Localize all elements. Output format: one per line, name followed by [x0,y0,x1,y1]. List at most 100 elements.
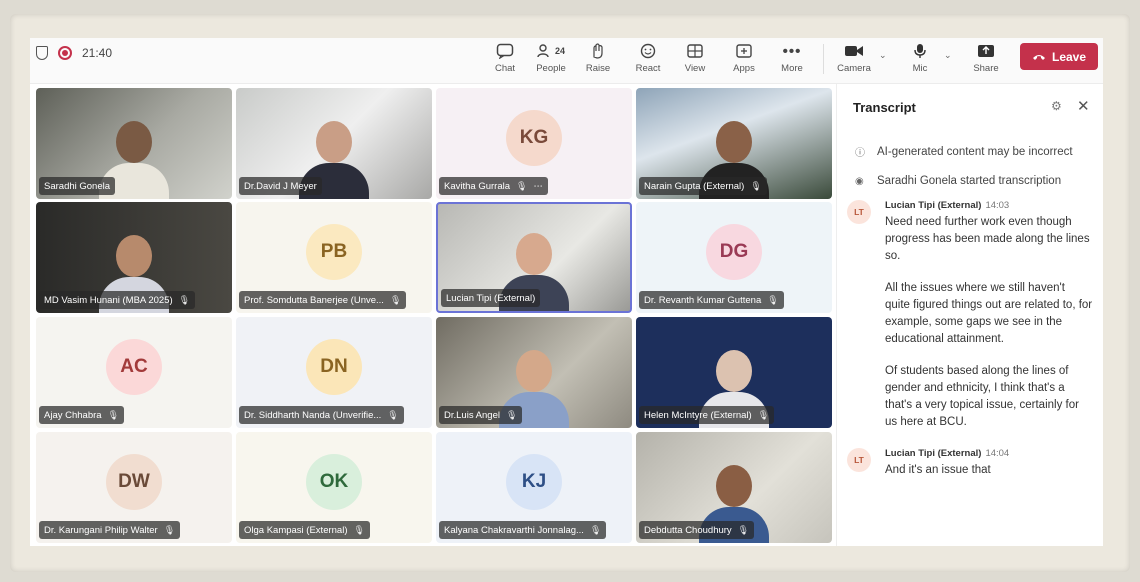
record-dot-icon: ◉ [855,175,864,187]
more-icon: ••• [782,42,802,60]
close-icon[interactable]: ✕ [1077,97,1090,115]
avatar-tile-siddharth-nanda[interactable]: DN Dr. Siddharth Nanda (Unverifie... 🎙 [236,317,432,428]
video-tile-narain-gupta[interactable]: Narain Gupta (External) 🎙 [636,88,832,199]
chat-icon [496,40,514,62]
mic-muted-icon: 🎙 [389,294,402,305]
camera-button[interactable]: Camera [830,40,878,80]
participant-name-tag: Narain Gupta (External) 🎙 [639,177,767,195]
participant-name-tag: Dr. Revanth Kumar Guttena 🎙 [639,291,784,309]
mic-muted-icon: 🎙 [505,409,518,420]
participant-avatar: KJ [506,453,562,510]
view-icon [687,40,703,62]
react-icon [640,40,656,62]
participant-name-tag: Dr.Luis Angel 🎙 [439,406,523,424]
transcript-title: Transcript [853,100,916,115]
share-icon [977,40,995,62]
mic-muted-icon: 🎙 [516,180,528,191]
raise-hand-button[interactable]: Raise [574,40,622,80]
speaker-avatar: LT [847,200,871,224]
participant-name-tag: Prof. Somdutta Banerjee (Unve... 🎙 [239,291,407,309]
participant-name-tag: Debdutta Choudhury 🎙 [639,521,755,539]
participant-grid: Saradhi Gonela Dr.David J Meyer KG Kavit… [36,88,836,544]
mic-muted-icon: 🎙 [178,294,191,305]
participant-name-tag: Helen McIntyre (External) 🎙 [639,406,775,424]
mic-muted-icon: 🎙 [737,524,750,535]
camera-options-chevron-icon[interactable]: ⌄ [879,50,887,61]
participant-name-tag: Dr. Siddharth Nanda (Unverifie... 🎙 [239,406,404,424]
meeting-timer: 21:40 [82,46,113,60]
participant-name-tag: Lucian Tipi (External) [441,289,541,307]
mic-muted-icon: 🎙 [757,409,770,420]
settings-gear-icon[interactable]: ⚙ [1051,99,1062,113]
participant-name-tag: Dr.David J Meyer [239,177,322,195]
camera-icon [844,40,864,62]
speaker-avatar: LT [847,448,871,472]
transcript-paragraph: And it's an issue that [885,464,991,476]
speaker-header: Lucian Tipi (External) 14:04 [885,448,1010,459]
avatar-tile-karungani-walter[interactable]: DW Dr. Karungani Philip Walter 🎙 [36,432,232,543]
mic-options-chevron-icon[interactable]: ⌄ [944,50,952,61]
mic-muted-icon: 🎙 [353,524,365,535]
leave-button[interactable]: Leave [1020,43,1098,70]
participant-name-tag: Ajay Chhabra 🎙 [39,406,124,424]
avatar-tile-olga-kampasi[interactable]: OK Olga Kampasi (External) 🎙 [236,432,432,543]
apps-button[interactable]: Apps [720,40,768,80]
participant-name-tag: Olga Kampasi (External) 🎙 [239,521,370,539]
mic-muted-icon: 🎙 [387,409,399,420]
mic-muted-icon: 🎙 [767,294,779,305]
mic-button[interactable]: Mic [896,40,944,80]
shield-icon [36,46,48,60]
video-tile-saradhi-gonela[interactable]: Saradhi Gonela [36,88,232,199]
video-tile-debdutta-choudhury[interactable]: Debdutta Choudhury 🎙 [636,432,832,543]
avatar-tile-kalyana-jonnalag[interactable]: KJ Kalyana Chakravarthi Jonnalag... 🎙 [436,432,632,543]
recording-icon [58,46,72,60]
participant-avatar: OK [306,453,362,510]
participant-avatar: DG [706,223,762,280]
more-options-icon[interactable]: ⋯ [533,181,543,192]
share-button[interactable]: Share [962,40,1010,80]
participant-avatar: AC [106,338,162,395]
phone-hangup-icon [1032,50,1046,64]
video-tile-luis-angel[interactable]: Dr.Luis Angel 🎙 [436,317,632,428]
video-tile-david-meyer[interactable]: Dr.David J Meyer [236,88,432,199]
video-tile-helen-mcintyre[interactable]: Helen McIntyre (External) 🎙 [636,317,832,428]
mic-icon [913,40,927,62]
view-button[interactable]: View [671,40,719,80]
mic-muted-icon: 🎙 [163,524,176,535]
teams-meeting-window: 21:40 Chat 24 People Raise React View Ap… [30,38,1103,546]
transcript-paragraph: Need need further work even though progr… [885,216,1090,262]
video-tile-lucian-tipi[interactable]: Lucian Tipi (External) [436,202,632,313]
transcript-paragraph: All the issues where we still haven't qu… [885,282,1093,345]
mic-muted-icon: 🎙 [750,180,762,191]
avatar-tile-ajay-chhabra[interactable]: AC Ajay Chhabra 🎙 [36,317,232,428]
participant-name-tag: Kavitha Gurrala 🎙 ⋯ [439,177,548,195]
participant-name-tag: MD Vasim Hunani (MBA 2025) 🎙 [39,291,196,309]
participant-name-tag: Dr. Karungani Philip Walter 🎙 [39,521,181,539]
people-count: 24 [554,46,565,56]
more-button[interactable]: ••• More [768,40,816,80]
avatar-tile-kavitha-gurrala[interactable]: KG Kavitha Gurrala 🎙 ⋯ [436,88,632,199]
info-icon: ⓘ [855,148,865,159]
participant-avatar: PB [306,223,362,280]
participant-avatar: KG [506,109,562,166]
transcription-started-notice: ◉ Saradhi Gonela started transcription [855,175,1062,187]
transcript-paragraph: Of students based along the lines of gen… [885,365,1079,428]
mic-muted-icon: 🎙 [107,409,119,420]
speaker-header: Lucian Tipi (External) 14:03 [885,200,1010,211]
meeting-status: 21:40 [36,46,112,60]
meeting-toolbar: 21:40 Chat 24 People Raise React View Ap… [30,38,1103,84]
raise-hand-icon [591,40,605,62]
chat-button[interactable]: Chat [481,40,529,80]
transcript-panel: Transcript ⚙ ✕ ⓘ AI-generated content ma… [836,84,1103,546]
react-button[interactable]: React [624,40,672,80]
people-button[interactable]: 24 People [527,40,575,80]
avatar-tile-revanth-guttena[interactable]: DG Dr. Revanth Kumar Guttena 🎙 [636,202,832,313]
participant-name-tag: Kalyana Chakravarthi Jonnalag... 🎙 [439,521,607,539]
participant-avatar: DN [306,338,362,395]
participant-name-tag: Saradhi Gonela [39,177,116,195]
video-tile-vasim-hunani[interactable]: MD Vasim Hunani (MBA 2025) 🎙 [36,202,232,313]
mic-muted-icon: 🎙 [589,524,602,535]
participant-avatar: DW [106,453,162,510]
avatar-tile-somdutta-banerjee[interactable]: PB Prof. Somdutta Banerjee (Unve... 🎙 [236,202,432,313]
ai-notice: ⓘ AI-generated content may be incorrect [855,145,1073,160]
